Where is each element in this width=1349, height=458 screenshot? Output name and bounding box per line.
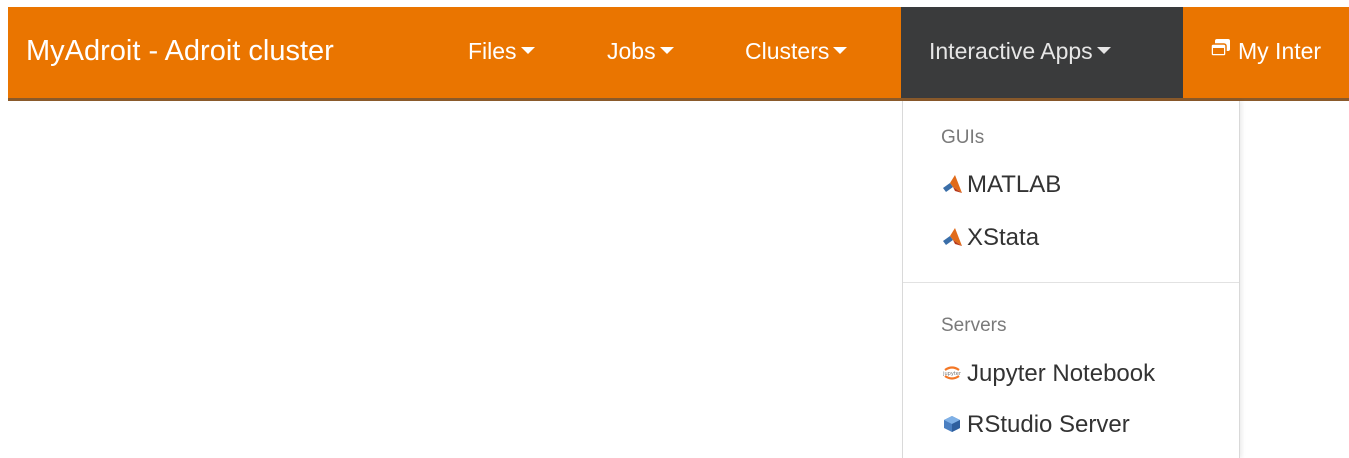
menu-item-rstudio-server[interactable]: RStudio Server <box>941 411 1130 439</box>
nav-clusters-menu[interactable]: Clusters <box>745 7 848 98</box>
nav-jobs-label: Jobs <box>607 38 656 64</box>
nav-clusters-label: Clusters <box>745 38 830 64</box>
menu-item-matlab[interactable]: MATLAB <box>941 171 1061 199</box>
sessions-icon <box>1210 6 1232 94</box>
menu-item-label: RStudio Server <box>967 411 1130 438</box>
section-divider <box>903 282 1239 283</box>
nav-sessions-label: My Inter <box>1238 38 1322 64</box>
jupyter-icon: jupyter <box>941 362 963 384</box>
menu-item-jupyter-notebook[interactable]: jupyter Jupyter Notebook <box>941 360 1155 388</box>
caret-down-icon <box>833 47 848 55</box>
nav-files-label: Files <box>468 38 517 64</box>
interactive-apps-dropdown: GUIs MATLAB XStata Servers jupyter Jupyt… <box>902 101 1240 458</box>
caret-down-icon <box>659 47 674 55</box>
top-navbar: MyAdroit - Adroit cluster Files Jobs Clu… <box>8 7 1349 101</box>
nav-interactive-apps-label: Interactive Apps <box>929 38 1093 64</box>
matlab-icon <box>941 173 963 195</box>
svg-text:jupyter: jupyter <box>942 371 962 377</box>
section-header-guis: GUIs <box>941 127 985 148</box>
menu-item-label: XStata <box>967 224 1040 251</box>
menu-item-xstata[interactable]: XStata <box>941 224 1039 252</box>
caret-down-icon <box>1096 47 1111 55</box>
rstudio-icon <box>941 413 963 435</box>
brand-link[interactable]: MyAdroit - Adroit cluster <box>26 7 334 98</box>
nav-jobs-menu[interactable]: Jobs <box>607 7 674 98</box>
caret-down-icon <box>520 47 535 55</box>
nav-files-menu[interactable]: Files <box>468 7 535 98</box>
matlab-icon <box>941 226 963 248</box>
menu-item-label: Jupyter Notebook <box>967 360 1156 387</box>
menu-item-label: MATLAB <box>967 171 1062 198</box>
nav-interactive-apps-menu[interactable]: Interactive Apps <box>901 7 1183 98</box>
section-header-servers: Servers <box>941 315 1007 336</box>
nav-my-interactive-sessions[interactable]: My Inter <box>1210 7 1321 98</box>
